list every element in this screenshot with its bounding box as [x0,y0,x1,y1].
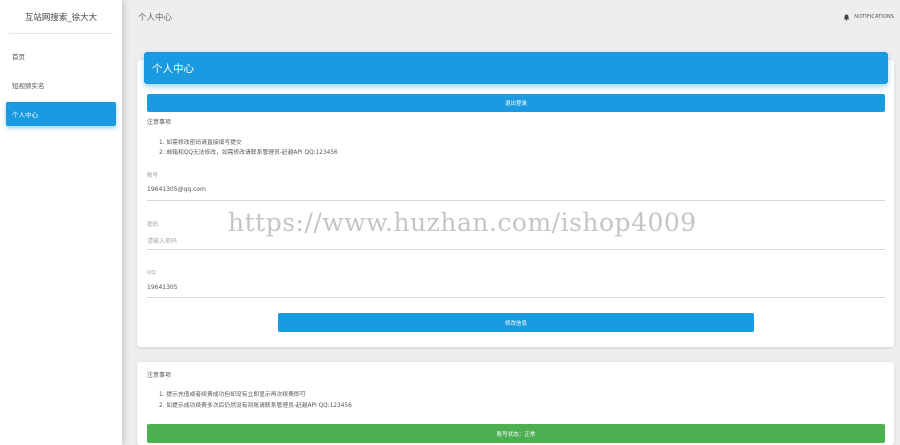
account-underline [147,200,885,201]
password-underline [147,249,885,250]
qq-label: QQ [147,270,156,276]
notifications-label: NOTIFICATIONS [854,14,894,20]
notifications-button[interactable]: NOTIFICATIONS [843,14,894,21]
page-title: 个人中心 [138,13,173,23]
qq-field: 19641305 [147,284,178,291]
qq-underline [147,297,885,298]
account-field: 19641305@qq.com [147,186,206,193]
watermark-text: https://www.huzhan.com/ishop4009 [228,208,697,237]
profile-card-header: 个人中心 [144,52,888,84]
sidebar-item-home[interactable]: 首页 [6,44,116,68]
status-card: 注意事项 1. 提示充值或者续费成功但却没有立即显示再次续费即可 2. 如提示成… [137,362,894,445]
status-notice-line-2: 2. 如提示成功续费多次后仍然没有到账请联系管理员-赶越API QQ:12345… [159,403,352,409]
account-label: 账号 [147,173,159,179]
profile-card: 个人中心 退出登录 注意事项 1. 如需修改密码请直接填写提交 2. 邮箱和QQ… [137,52,894,347]
account-status-button[interactable]: 账号状态：正常 [147,424,885,443]
edit-info-button[interactable]: 修改信息 [278,313,754,332]
brand-title: 互站网搜索_徐大大 [9,0,113,34]
sidebar-item-video-verification[interactable]: 短视频实名 [6,73,116,97]
notice-line-2: 2. 邮箱和QQ无法修改，如需修改请联系管理员-赶越API QQ:123456 [159,150,338,156]
status-notice-line-1: 1. 提示充值或者续费成功但却没有立即显示再次续费即可 [159,392,306,398]
top-bar: 个人中心 NOTIFICATIONS [122,0,900,34]
bell-icon [844,14,850,21]
sidebar-nav: 首页 短视频实名 个人中心 [0,34,122,126]
sidebar-item-profile[interactable]: 个人中心 [6,102,116,126]
notice-line-1: 1. 如需修改密码请直接填写提交 [159,140,242,146]
notice-title: 注意事项 [147,119,172,126]
password-input[interactable]: 请输入密码 [147,236,177,245]
password-label: 密码 [147,222,159,228]
logout-button[interactable]: 退出登录 [147,94,885,112]
sidebar: 互站网搜索_徐大大 首页 短视频实名 个人中心 [0,0,122,445]
status-notice-title: 注意事项 [147,372,172,379]
